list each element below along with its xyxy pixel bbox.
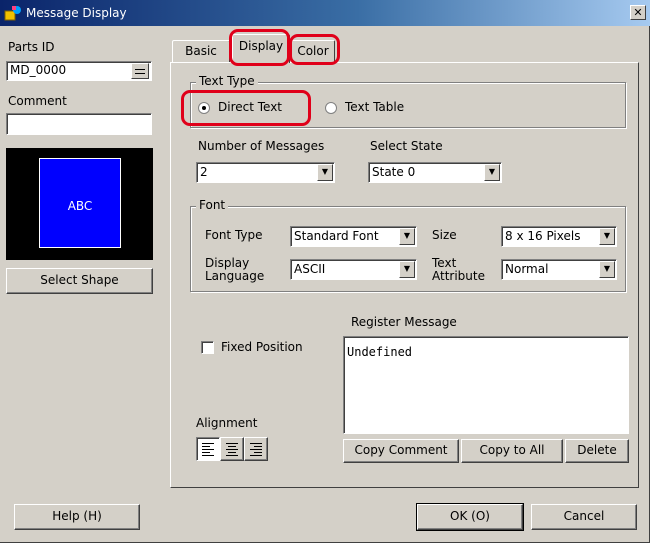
ok-button[interactable]: OK (O) xyxy=(416,503,524,531)
highlight-color-tab xyxy=(289,34,340,65)
tab-basic[interactable]: Basic xyxy=(172,40,230,62)
align-center-button[interactable] xyxy=(220,437,244,461)
text-attribute-dropdown[interactable]: Normal ▼ xyxy=(501,259,617,280)
display-language-value: ASCII xyxy=(294,262,326,276)
align-right-icon xyxy=(250,443,262,456)
display-language-dropdown[interactable]: ASCII ▼ xyxy=(290,259,417,280)
font-type-value: Standard Font xyxy=(294,229,379,243)
number-of-messages-dropdown[interactable]: 2 ▼ xyxy=(196,162,335,183)
font-type-dropdown[interactable]: Standard Font ▼ xyxy=(290,226,417,247)
parts-id-label: Parts ID xyxy=(8,40,55,54)
parts-id-value: MD_0000 xyxy=(10,63,67,77)
register-message-text: Undefined xyxy=(347,345,413,359)
font-size-value: 8 x 16 Pixels xyxy=(505,229,581,243)
highlight-direct-text xyxy=(181,90,311,126)
title-bar[interactable]: Message Display ✕ xyxy=(0,0,650,26)
chevron-down-icon[interactable]: ▼ xyxy=(599,228,615,245)
text-type-group-label: Text Type xyxy=(196,74,258,88)
register-message-label: Register Message xyxy=(351,315,457,329)
select-shape-button[interactable]: Select Shape xyxy=(6,268,153,294)
text-attribute-label: Text Attribute xyxy=(432,256,485,283)
select-state-dropdown[interactable]: State 0 ▼ xyxy=(368,162,502,183)
number-of-messages-value: 2 xyxy=(200,165,208,179)
font-size-label: Size xyxy=(432,228,457,242)
display-language-label: Display Language xyxy=(205,256,265,283)
chevron-down-icon[interactable]: ▼ xyxy=(599,261,615,278)
window-title: Message Display xyxy=(26,6,127,20)
comment-field[interactable] xyxy=(6,113,152,135)
select-state-label: Select State xyxy=(370,139,443,153)
spinner-icon[interactable] xyxy=(131,63,149,79)
font-type-label: Font Type xyxy=(205,228,263,242)
preview-shape: ABC xyxy=(39,158,121,248)
select-state-value: State 0 xyxy=(372,165,416,179)
text-table-radio[interactable] xyxy=(325,102,337,114)
fixed-position-checkbox[interactable] xyxy=(201,341,214,354)
font-group-label: Font xyxy=(196,198,229,212)
copy-comment-button[interactable]: Copy Comment xyxy=(343,439,459,463)
message-display-dialog: Message Display ✕ Parts ID MD_0000 Comme… xyxy=(0,0,650,543)
app-icon xyxy=(4,6,21,21)
align-left-icon xyxy=(202,443,214,456)
cancel-button[interactable]: Cancel xyxy=(531,504,637,530)
preview-text: ABC xyxy=(67,199,93,213)
chevron-down-icon[interactable]: ▼ xyxy=(399,261,415,278)
close-icon: ✕ xyxy=(633,6,643,19)
chevron-down-icon[interactable]: ▼ xyxy=(484,164,500,181)
copy-to-all-button[interactable]: Copy to All xyxy=(461,439,563,463)
chevron-down-icon[interactable]: ▼ xyxy=(399,228,415,245)
align-left-button[interactable] xyxy=(196,437,220,461)
fixed-position-label[interactable]: Fixed Position xyxy=(221,340,303,354)
alignment-label: Alignment xyxy=(196,416,258,430)
align-center-icon xyxy=(226,443,238,456)
text-attribute-value: Normal xyxy=(505,262,549,276)
register-message-textarea[interactable]: Undefined xyxy=(343,336,629,434)
help-button[interactable]: Help (H) xyxy=(14,504,140,530)
comment-label: Comment xyxy=(8,94,67,108)
delete-button[interactable]: Delete xyxy=(565,439,629,463)
number-of-messages-label: Number of Messages xyxy=(198,139,325,153)
parts-id-field[interactable]: MD_0000 xyxy=(6,61,152,81)
close-button[interactable]: ✕ xyxy=(630,5,646,20)
highlight-display-tab xyxy=(229,29,290,66)
chevron-down-icon[interactable]: ▼ xyxy=(317,164,333,181)
text-table-label[interactable]: Text Table xyxy=(345,100,404,114)
shape-preview: ABC xyxy=(6,148,153,260)
align-right-button[interactable] xyxy=(244,437,268,461)
font-size-dropdown[interactable]: 8 x 16 Pixels ▼ xyxy=(501,226,617,247)
